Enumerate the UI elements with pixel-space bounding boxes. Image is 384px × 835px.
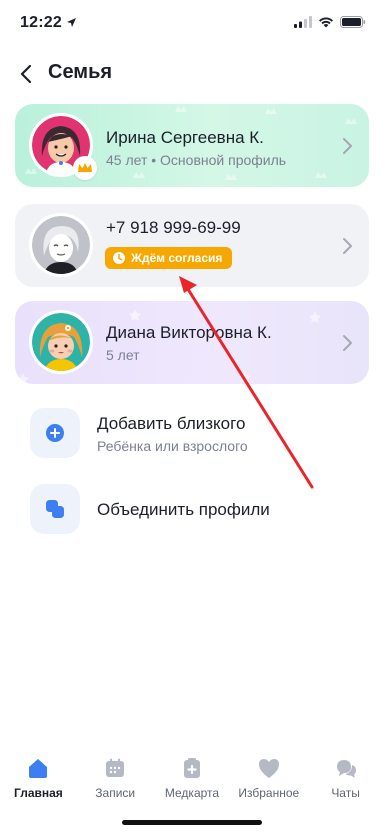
tab-label: Записи xyxy=(95,786,136,800)
home-icon xyxy=(25,755,51,781)
pending-consent-badge: Ждём согласия xyxy=(105,247,233,269)
tab-home[interactable]: Главная xyxy=(0,747,77,807)
member-name: Ирина Сергеевна К. xyxy=(106,128,264,147)
location-arrow-icon xyxy=(66,15,77,33)
member-phone: +7 918 999-69-99 xyxy=(106,218,241,237)
wifi-icon xyxy=(318,15,334,33)
chat-icon xyxy=(333,755,359,781)
medcard-icon xyxy=(179,755,205,781)
add-relative-subtitle: Ребёнка или взрослого xyxy=(97,438,248,454)
avatar xyxy=(29,310,93,374)
calendar-icon xyxy=(102,755,128,781)
page-title: Семья xyxy=(48,61,113,83)
tab-appointments[interactable]: Записи xyxy=(77,747,154,807)
chevron-left-icon xyxy=(20,64,32,84)
back-button[interactable] xyxy=(14,60,38,88)
merge-icon xyxy=(30,484,80,534)
merge-profiles-button[interactable]: Объединить профили xyxy=(30,484,360,540)
battery-icon xyxy=(340,15,366,33)
tab-bar: Главная Записи Медкарта Избранное Чаты xyxy=(0,747,384,807)
member-card-main[interactable]: Ирина Сергеевна К. 45 лет • Основной про… xyxy=(15,104,369,187)
heart-icon xyxy=(256,755,282,781)
member-name: Диана Викторовна К. xyxy=(106,323,272,342)
status-time: 12:22 xyxy=(20,14,62,31)
add-relative-button[interactable]: Добавить близкого Ребёнка или взрослого xyxy=(30,408,360,464)
tab-label: Медкарта xyxy=(164,786,220,800)
chevron-right-icon xyxy=(343,238,352,254)
member-card-child[interactable]: Диана Викторовна К. 5 лет xyxy=(15,301,369,384)
header: Семья xyxy=(0,56,384,92)
add-relative-title: Добавить близкого xyxy=(97,414,246,433)
clock-icon xyxy=(113,252,125,264)
member-details: 5 лет xyxy=(106,347,140,363)
tab-label: Главная xyxy=(13,786,63,800)
merge-profiles-title: Объединить профили xyxy=(97,500,270,519)
plus-circle-icon xyxy=(30,408,80,458)
tab-chats[interactable]: Чаты xyxy=(307,747,384,807)
pending-badge-label: Ждём согласия xyxy=(131,251,223,265)
home-indicator xyxy=(122,820,262,825)
tab-medcard[interactable]: Медкарта xyxy=(154,747,231,807)
member-card-pending[interactable]: +7 918 999-69-99 Ждём согласия xyxy=(15,204,369,287)
status-indicators xyxy=(294,15,366,33)
chevron-right-icon xyxy=(343,335,352,351)
chevron-right-icon xyxy=(343,138,352,154)
avatar xyxy=(29,213,93,277)
tab-favorites[interactable]: Избранное xyxy=(230,747,307,807)
cellular-signal-icon xyxy=(294,15,312,33)
tab-label: Избранное xyxy=(238,786,300,800)
tab-label: Чаты xyxy=(331,786,360,800)
member-details: 45 лет • Основной профиль xyxy=(106,152,287,168)
status-bar: 12:22 xyxy=(0,0,384,46)
crown-icon xyxy=(73,156,97,180)
